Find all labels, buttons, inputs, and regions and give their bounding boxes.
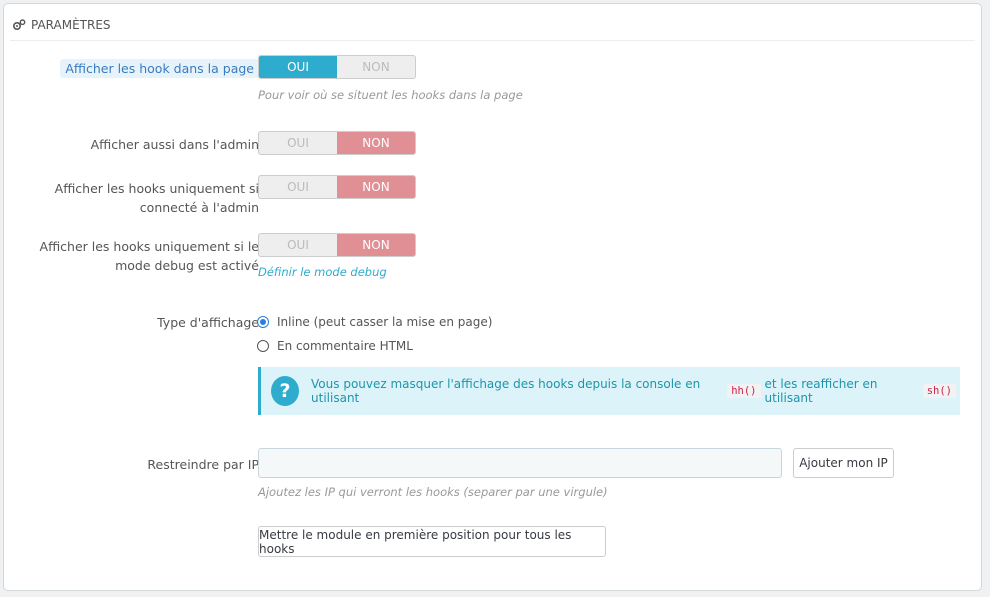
only-debug-label-line2: mode debug est activé bbox=[115, 258, 259, 273]
display-type-comment[interactable]: En commentaire HTML bbox=[257, 339, 413, 353]
show-hooks-yes[interactable]: OUI bbox=[259, 56, 337, 78]
only-admin-label: Afficher les hooks uniquement si connect… bbox=[55, 179, 259, 217]
question-icon: ? bbox=[271, 376, 300, 406]
restrict-ip-label: Restreindre par IP bbox=[147, 457, 259, 472]
show-hooks-label: Afficher les hook dans la page bbox=[60, 59, 259, 78]
alert-text-middle: et les reafficher en utilisant bbox=[764, 377, 878, 405]
display-type-option-0: Inline (peut casser la mise en page) bbox=[277, 315, 493, 329]
restrict-ip-help: Ajoutez les IP qui verront les hooks (se… bbox=[258, 485, 608, 499]
only-debug-switch[interactable]: OUI NON bbox=[258, 233, 416, 257]
panel-title: PARAMÈTRES bbox=[31, 18, 111, 32]
info-alert: ? Vous pouvez masquer l'affichage des ho… bbox=[258, 367, 960, 415]
only-admin-yes[interactable]: OUI bbox=[259, 176, 337, 198]
panel-heading: PARAMÈTRES bbox=[10, 10, 975, 41]
show-admin-switch[interactable]: OUI NON bbox=[258, 131, 416, 155]
show-hooks-switch[interactable]: OUI NON bbox=[258, 55, 416, 79]
radio-inline[interactable] bbox=[257, 316, 269, 328]
show-hooks-help: Pour voir où se situent les hooks dans l… bbox=[258, 88, 523, 102]
only-debug-label-line1: Afficher les hooks uniquement si le bbox=[39, 239, 259, 254]
only-debug-no[interactable]: NON bbox=[337, 234, 415, 256]
restrict-ip-input[interactable] bbox=[258, 448, 782, 478]
display-type-inline[interactable]: Inline (peut casser la mise en page) bbox=[257, 315, 492, 329]
display-type-label: Type d'affichage bbox=[157, 315, 259, 330]
only-admin-switch[interactable]: OUI NON bbox=[258, 175, 416, 199]
add-my-ip-button[interactable]: Ajouter mon IP bbox=[793, 448, 894, 478]
only-admin-label-line1: Afficher les hooks uniquement si bbox=[54, 181, 259, 196]
gears-icon bbox=[12, 18, 28, 32]
only-admin-no[interactable]: NON bbox=[337, 176, 415, 198]
show-admin-label: Afficher aussi dans l'admin bbox=[90, 137, 259, 152]
only-debug-yes[interactable]: OUI bbox=[259, 234, 337, 256]
show-admin-yes[interactable]: OUI bbox=[259, 132, 337, 154]
show-hooks-no[interactable]: NON bbox=[337, 56, 415, 78]
only-admin-label-line2: connecté à l'admin bbox=[139, 200, 259, 215]
radio-comment[interactable] bbox=[257, 340, 269, 352]
first-position-button[interactable]: Mettre le module en première position po… bbox=[258, 526, 606, 557]
debug-mode-link[interactable]: Définir le mode debug bbox=[258, 265, 387, 279]
alert-text-before: Vous pouvez masquer l'affichage des hook… bbox=[311, 377, 701, 405]
show-admin-no[interactable]: NON bbox=[337, 132, 415, 154]
display-type-option-1: En commentaire HTML bbox=[277, 339, 413, 353]
alert-code-show: sh() bbox=[922, 384, 956, 398]
only-debug-label: Afficher les hooks uniquement si le mode… bbox=[40, 237, 259, 275]
alert-code-hide: hh() bbox=[727, 384, 761, 398]
